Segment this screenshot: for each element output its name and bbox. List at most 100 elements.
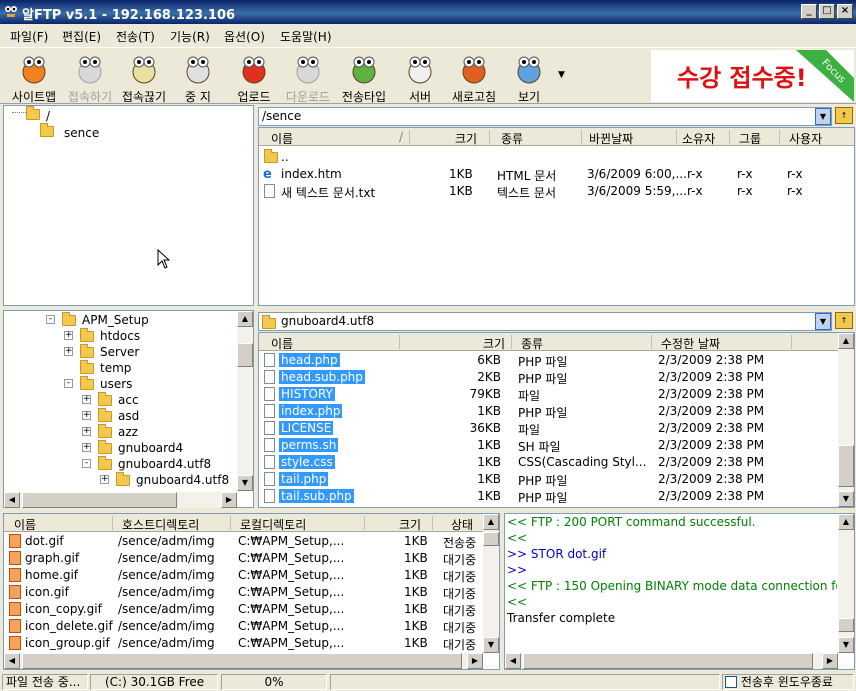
table-row[interactable]: e index.htm 1KB HTML 문서 3/6/2009 6:00,... r-x…: [261, 166, 836, 183]
col-date[interactable]: 바뀐날짜: [589, 130, 633, 147]
col-size[interactable]: 크기: [455, 130, 477, 147]
scroll-thumb[interactable]: [22, 653, 462, 669]
collapse-icon[interactable]: -: [46, 315, 55, 324]
scroll-up-icon[interactable]: ▲: [237, 311, 253, 327]
expand-icon[interactable]: +: [82, 411, 91, 420]
scroll-down-icon[interactable]: ▼: [838, 491, 854, 507]
scroll-left-icon[interactable]: ◀: [4, 492, 20, 508]
scroll-thumb[interactable]: [838, 445, 854, 487]
queue-row[interactable]: home.gif/sence/adm/img C:₩APM_Setup,... 1K…: [6, 567, 481, 584]
table-row[interactable]: ..: [261, 149, 836, 166]
tree-item[interactable]: + htdocs: [4, 328, 234, 345]
scroll-down-icon[interactable]: ▼: [483, 637, 499, 653]
scroll-thumb[interactable]: [838, 618, 854, 632]
tree-item[interactable]: + azz: [4, 424, 234, 441]
queue-row[interactable]: dot.gif/sence/adm/img C:₩APM_Setup,... 1KB…: [6, 533, 481, 550]
table-row[interactable]: head.php 6KB PHP 파일 2/3/2009 2:38 PM: [261, 352, 836, 369]
table-row[interactable]: LICENSE 36KB 파일 2/3/2009 2:38 PM: [261, 420, 836, 437]
queue-row[interactable]: graph.gif/sence/adm/img C:₩APM_Setup,... 1…: [6, 550, 481, 567]
menu-options[interactable]: 옵션(O): [224, 28, 265, 45]
menu-file[interactable]: 파일(F): [10, 28, 48, 45]
maximize-button[interactable]: □: [819, 4, 835, 19]
collapse-icon[interactable]: -: [64, 379, 73, 388]
close-after-checkbox[interactable]: [725, 675, 737, 688]
scroll-down-icon[interactable]: ▼: [237, 475, 253, 491]
tree-item[interactable]: + gnuboard4: [4, 440, 234, 457]
col-name[interactable]: 이름: [14, 516, 36, 533]
close-button[interactable]: ×: [837, 4, 853, 19]
expand-icon[interactable]: +: [82, 395, 91, 404]
scroll-down-icon[interactable]: ▼: [838, 637, 854, 653]
close-after-transfer[interactable]: 전송후 윈도우종료: [722, 674, 854, 690]
tree-item[interactable]: + acc: [4, 392, 234, 409]
queue-hscroll[interactable]: ◀ ▶: [4, 653, 483, 669]
col-type[interactable]: 종류: [501, 130, 523, 147]
table-row[interactable]: 새 텍스트 문서.txt 1KB 텍스트 문서 3/6/2009 5:59,... r-…: [261, 183, 836, 200]
remote-folder-tree[interactable]: / sence: [3, 105, 254, 306]
col-name[interactable]: 이름: [271, 335, 293, 352]
tree-item[interactable]: + Server: [4, 344, 234, 361]
remote-file-list[interactable]: 이름 / 크기 종류 바뀐날짜 소유자 그룹 사용자 .. e index.htm 1…: [258, 127, 855, 306]
expand-icon[interactable]: +: [64, 331, 73, 340]
queue-row[interactable]: icon_copy.gif/sence/adm/img C:₩APM_Setup,…: [6, 601, 481, 618]
tree-item[interactable]: + gnuboard4.utf8: [4, 472, 234, 489]
scroll-thumb[interactable]: [237, 343, 253, 367]
minimize-button[interactable]: _: [801, 4, 817, 19]
table-row[interactable]: HISTORY 79KB 파일 2/3/2009 2:38 PM: [261, 386, 836, 403]
queue-row[interactable]: icon.gif/sence/adm/img C:₩APM_Setup,... 1K…: [6, 584, 481, 601]
tree-item[interactable]: temp: [4, 360, 234, 377]
scroll-up-icon[interactable]: ▲: [838, 333, 854, 349]
ftp-log[interactable]: << FTP : 200 PORT command successful. << >…: [504, 513, 855, 670]
queue-vscroll[interactable]: ▲ ▼: [483, 514, 499, 653]
expand-icon[interactable]: +: [82, 443, 91, 452]
menu-edit[interactable]: 편집(E): [62, 28, 101, 45]
col-size[interactable]: 크기: [399, 516, 421, 533]
local-list-vscroll[interactable]: ▲ ▼: [838, 333, 854, 507]
scroll-left-icon[interactable]: ◀: [505, 653, 521, 669]
tree-item[interactable]: - users: [4, 376, 234, 393]
title-bar[interactable]: 알FTP v5.1 - 192.168.123.106 _ □ ×: [0, 0, 856, 24]
col-modified[interactable]: 수정한 날짜: [661, 335, 720, 352]
table-row[interactable]: tail.sub.php 1KB PHP 파일 2/3/2009 2:38 PM: [261, 488, 836, 505]
scroll-right-icon[interactable]: ▶: [467, 653, 483, 669]
local-folder-tree[interactable]: - APM_Setup + htdocs + Server temp - users + acc + a…: [3, 310, 254, 508]
expand-icon[interactable]: +: [64, 347, 73, 356]
local-up-folder-button[interactable]: ↑: [835, 312, 853, 329]
local-path-field[interactable]: gnuboard4.utf8: [258, 312, 832, 331]
log-vscroll[interactable]: ▲ ▼: [838, 514, 854, 653]
menu-help[interactable]: 도움말(H): [280, 28, 332, 45]
scroll-right-icon[interactable]: ▶: [822, 653, 838, 669]
scroll-up-icon[interactable]: ▲: [838, 514, 854, 530]
tree-item[interactable]: - APM_Setup: [4, 312, 234, 329]
toolbar-more-icon[interactable]: ▼: [558, 70, 565, 80]
table-row[interactable]: head.sub.php 2KB PHP 파일 2/3/2009 2:38 PM: [261, 369, 836, 386]
local-tree-hscroll[interactable]: ◀ ▶: [4, 492, 237, 508]
local-path-dropdown[interactable]: ▼: [815, 313, 831, 330]
menu-function[interactable]: 기능(R): [170, 28, 210, 45]
expand-icon[interactable]: +: [82, 427, 91, 436]
tree-item[interactable]: - gnuboard4.utf8: [4, 456, 234, 473]
scroll-thumb[interactable]: [22, 492, 177, 508]
col-owner[interactable]: 소유자: [682, 130, 715, 147]
menu-transfer[interactable]: 전송(T): [116, 28, 155, 45]
col-local-dir[interactable]: 로컬디렉토리: [240, 516, 306, 533]
queue-row[interactable]: icon_delete.gif/sence/adm/img C:₩APM_Setu…: [6, 618, 481, 635]
col-group[interactable]: 그룹: [739, 130, 761, 147]
log-hscroll[interactable]: ◀ ▶: [505, 653, 838, 669]
local-tree-vscroll[interactable]: ▲ ▼: [237, 311, 253, 491]
banner-ad[interactable]: 수강 접수중! Focus: [651, 50, 854, 102]
table-row[interactable]: tail.php 1KB PHP 파일 2/3/2009 2:38 PM: [261, 471, 836, 488]
scroll-up-icon[interactable]: ▲: [483, 514, 499, 530]
queue-row[interactable]: icon_group.gif/sence/adm/img C:₩APM_Setup…: [6, 635, 481, 652]
col-type[interactable]: 종류: [521, 335, 543, 352]
table-row[interactable]: perms.sh 1KB SH 파일 2/3/2009 2:38 PM: [261, 437, 836, 454]
table-row[interactable]: style.css 1KB CSS(Cascading Styl... 2/3/200…: [261, 454, 836, 471]
col-user[interactable]: 사용자: [789, 130, 822, 147]
remote-path-dropdown[interactable]: ▼: [815, 108, 831, 125]
collapse-icon[interactable]: -: [82, 459, 91, 468]
scroll-thumb[interactable]: [523, 653, 813, 669]
scroll-right-icon[interactable]: ▶: [221, 492, 237, 508]
col-host-dir[interactable]: 호스트디렉토리: [122, 516, 199, 533]
col-name[interactable]: 이름: [271, 130, 293, 147]
col-size[interactable]: 크기: [483, 335, 505, 352]
